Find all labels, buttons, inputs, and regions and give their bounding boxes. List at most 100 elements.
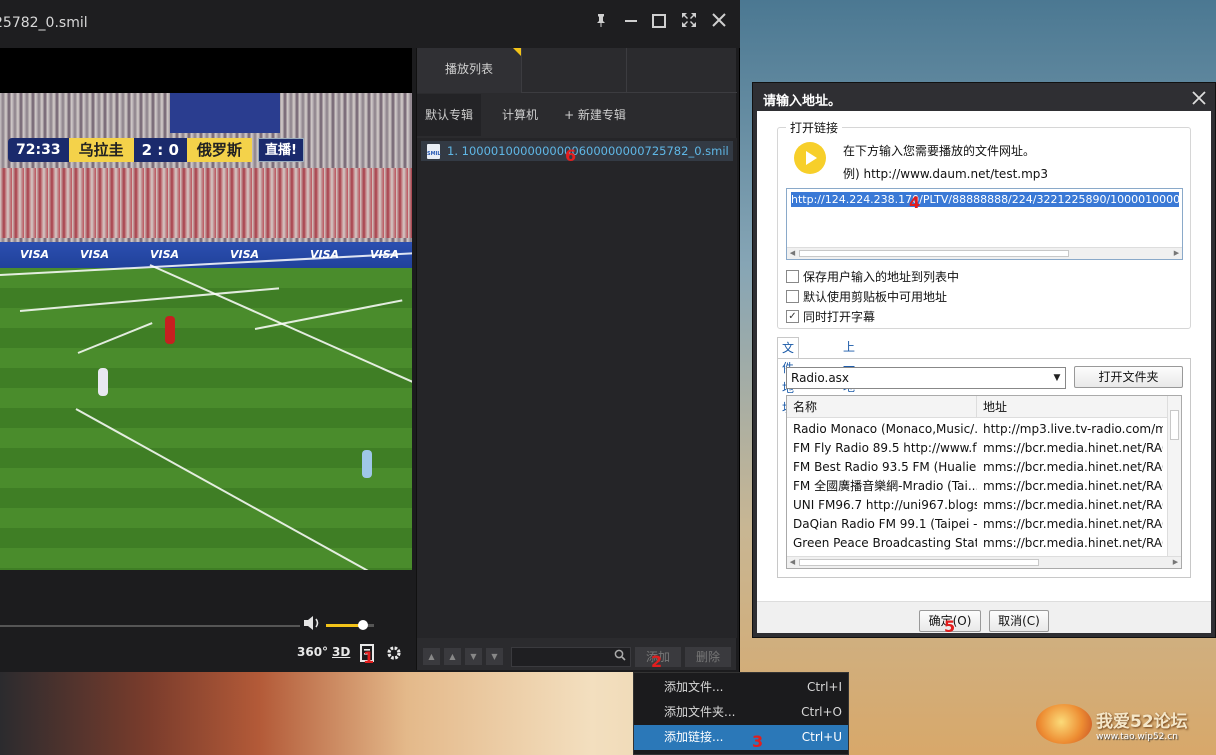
- menu-item-add-folder[interactable]: 添加文件夹... Ctrl+O: [634, 700, 848, 725]
- step-marker-6: 6: [565, 146, 577, 165]
- table-row[interactable]: FM 全國廣播音樂網-Mradio (Tai... mms://bcr.medi…: [787, 477, 1167, 496]
- home-team: 乌拉圭: [68, 138, 134, 162]
- table-row[interactable]: DaQian Radio FM 99.1 (Taipei - T... mms:…: [787, 515, 1167, 534]
- volume-icon[interactable]: [303, 615, 321, 635]
- menu-item-add-link[interactable]: 添加链接... Ctrl+U: [634, 725, 848, 750]
- table-vscroll[interactable]: [1167, 396, 1181, 556]
- chevron-down-icon[interactable]: ▼: [1051, 372, 1063, 384]
- scroll-right-icon[interactable]: ▶: [1171, 248, 1182, 259]
- delete-button[interactable]: 删除: [685, 647, 731, 667]
- settings-gear-icon[interactable]: [385, 644, 403, 665]
- video-frame[interactable]: VISA VISA VISA VISA VISA VISA 72:33 乌拉圭 …: [0, 48, 412, 570]
- tab-playlist[interactable]: 播放列表: [417, 48, 522, 93]
- playlist-toolbar: ▲ ▲ ▼ ▼ 添加 删除: [417, 644, 737, 670]
- ad-text: VISA: [230, 248, 260, 261]
- dialog-title: 请输入地址。: [763, 94, 842, 109]
- group-title: 打开链接: [786, 119, 843, 136]
- move-up-icon[interactable]: ▲: [444, 648, 461, 665]
- menu-item-label: 添加文件夹...: [664, 705, 736, 719]
- album-tab-bar: 默认专辑 计算机 + 新建专辑: [417, 94, 737, 136]
- checkbox-box[interactable]: [786, 290, 799, 303]
- minimize-icon[interactable]: [620, 12, 642, 34]
- search-icon: [614, 649, 626, 664]
- tab-file-address[interactable]: 文件地址: [777, 337, 800, 415]
- dialog-close-icon[interactable]: [1191, 86, 1207, 111]
- checkbox-label: 默认使用剪贴板中可用地址: [803, 290, 948, 304]
- station-name: Radio Monaco (Monaco,Music/...: [793, 422, 977, 436]
- seek-bar[interactable]: [0, 625, 300, 627]
- checkbox-box[interactable]: ✓: [786, 310, 799, 323]
- list-item[interactable]: SMIL 1. 1000010000000000600000000725782_…: [421, 141, 733, 161]
- vr-360-button[interactable]: 360°: [297, 645, 328, 659]
- move-top-icon[interactable]: ▲: [423, 648, 440, 665]
- table-row[interactable]: FM Best Radio 93.5 FM (Hualien ... mms:/…: [787, 458, 1167, 477]
- station-name: FM Best Radio 93.5 FM (Hualien ...: [793, 460, 977, 474]
- tab-empty[interactable]: [522, 48, 627, 93]
- example-text: 例) http://www.daum.net/test.mp3: [843, 167, 1049, 181]
- station-address: mms://bcr.media.hinet.net/RA0...: [983, 498, 1163, 512]
- url-input-value: http://124.224.238.170/PLTV/88888888/224…: [791, 192, 1179, 207]
- move-down-icon[interactable]: ▼: [465, 648, 482, 665]
- menu-item-add-file[interactable]: 添加文件... Ctrl+I: [634, 675, 848, 700]
- ad-text: VISA: [80, 248, 110, 261]
- open-url-dialog: 请输入地址。 打开链接 在下方输入您需要播放的文件网址。 例) http://w…: [752, 82, 1216, 638]
- play-icon: [794, 142, 826, 174]
- scroll-thumb[interactable]: [1170, 410, 1179, 440]
- album-tab-computer[interactable]: 计算机: [485, 94, 555, 136]
- save-to-list-checkbox[interactable]: 保存用户输入的地址到列表中: [786, 268, 959, 285]
- step-marker-5: 5: [944, 617, 956, 636]
- smil-file-icon: SMIL: [427, 144, 441, 159]
- table-row[interactable]: Radio Monaco (Monaco,Music/... http://mp…: [787, 420, 1167, 439]
- table-row[interactable]: UNI FM96.7 http://uni967.blogsp... mms:/…: [787, 496, 1167, 515]
- playlist-file-select[interactable]: Radio.asx ▼: [786, 367, 1066, 389]
- 3d-button[interactable]: 3D: [332, 645, 350, 659]
- menu-item-shortcut: Ctrl+O: [801, 705, 842, 719]
- station-name: UNI FM96.7 http://uni967.blogsp...: [793, 498, 977, 512]
- cancel-button[interactable]: 取消(C): [989, 610, 1049, 632]
- menu-item-label: 添加文件...: [664, 680, 724, 694]
- volume-slider[interactable]: [326, 620, 374, 630]
- watermark-title: 我爱52论坛: [1096, 711, 1188, 732]
- checkbox-box[interactable]: [786, 270, 799, 283]
- table-row[interactable]: Green Peace Broadcasting Statio... mms:/…: [787, 534, 1167, 553]
- url-input[interactable]: http://124.224.238.170/PLTV/88888888/224…: [786, 188, 1183, 260]
- playlist-search-input[interactable]: [511, 647, 631, 667]
- step-marker-4: 4: [909, 193, 921, 212]
- watermark-url: www.tao.wip52.cn: [1096, 731, 1178, 742]
- scroll-left-icon[interactable]: ◀: [787, 557, 798, 568]
- open-link-group: 打开链接 在下方输入您需要播放的文件网址。 例) http://www.daum…: [777, 119, 1191, 329]
- album-tab-default[interactable]: 默认专辑: [417, 94, 481, 136]
- table-row[interactable]: FM Fly Radio 89.5 http://www.fly... mms:…: [787, 439, 1167, 458]
- pin-icon[interactable]: [590, 12, 612, 34]
- title-bar[interactable]: 25782_0.smil: [0, 0, 740, 48]
- album-tab-new[interactable]: + 新建专辑: [559, 94, 631, 136]
- fullscreen-icon[interactable]: [678, 12, 700, 34]
- column-header-name[interactable]: 名称: [787, 396, 977, 418]
- maximize-icon[interactable]: [648, 12, 670, 34]
- column-header-address[interactable]: 地址: [977, 396, 1167, 418]
- checkbox-label: 保存用户输入的地址到列表中: [803, 270, 960, 284]
- scroll-right-icon[interactable]: ▶: [1170, 557, 1181, 568]
- tab-corner-marker: [513, 48, 521, 56]
- station-name: FM Fly Radio 89.5 http://www.fly...: [793, 441, 977, 455]
- match-score: 2 : 0: [133, 138, 187, 162]
- scroll-left-icon[interactable]: ◀: [787, 248, 798, 259]
- scroll-thumb[interactable]: [799, 559, 1039, 566]
- add-context-menu: 添加文件... Ctrl+I 添加文件夹... Ctrl+O 添加链接... C…: [633, 672, 849, 755]
- watermark-logo: [1036, 704, 1092, 744]
- open-folder-button[interactable]: 打开文件夹: [1074, 366, 1183, 388]
- watermark: 我爱52论坛 www.tao.wip52.cn: [1036, 704, 1188, 744]
- use-clipboard-checkbox[interactable]: 默认使用剪贴板中可用地址: [786, 288, 947, 305]
- window-title: 25782_0.smil: [0, 15, 88, 31]
- move-bottom-icon[interactable]: ▼: [486, 648, 503, 665]
- playlist-panel: 播放列表 默认专辑 计算机 + 新建专辑 SMIL 1. 10000100000…: [416, 48, 737, 670]
- open-subtitle-checkbox[interactable]: ✓ 同时打开字幕: [786, 308, 875, 325]
- url-hscroll[interactable]: ◀ ▶: [787, 247, 1182, 259]
- close-icon[interactable]: [708, 12, 730, 34]
- tab-previous-address[interactable]: 上一地址: [839, 337, 859, 414]
- scroll-thumb[interactable]: [799, 250, 1069, 257]
- scoreboard: 72:33 乌拉圭 2 : 0 俄罗斯 直播!: [8, 138, 304, 162]
- volume-knob[interactable]: [358, 620, 369, 630]
- table-hscroll[interactable]: ◀ ▶: [787, 556, 1181, 568]
- menu-item-shortcut: Ctrl+U: [801, 730, 842, 744]
